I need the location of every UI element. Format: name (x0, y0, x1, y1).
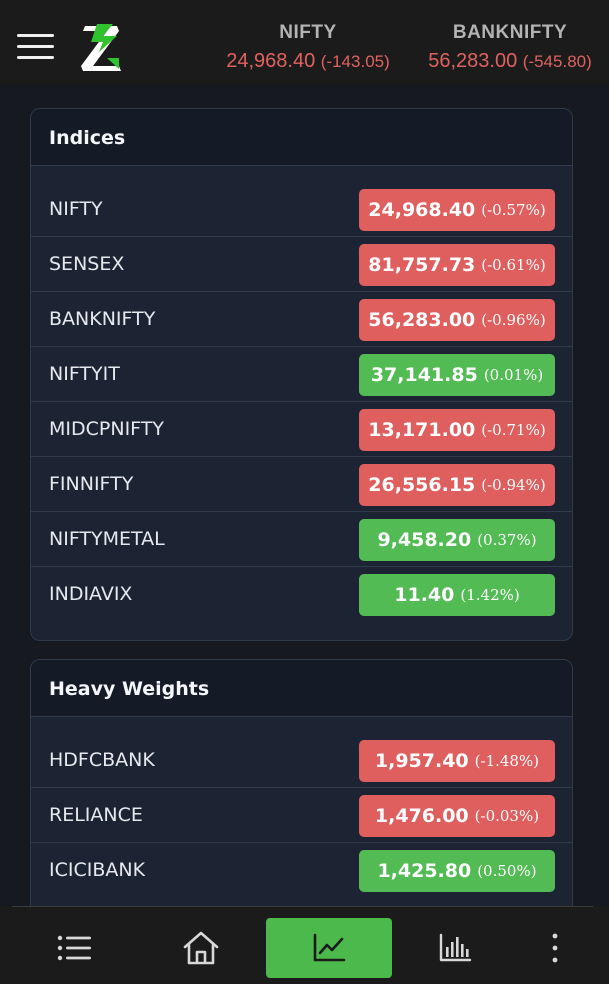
line-chart-icon (313, 933, 346, 962)
list-item[interactable]: NIFTYIT 37,141.85 (0.01%) (31, 347, 572, 402)
percent-change: (-0.96%) (481, 311, 546, 329)
price-value: 37,141.85 (370, 364, 478, 386)
percent-change: (-0.71%) (481, 421, 546, 439)
symbol-name: NIFTYIT (49, 363, 120, 385)
price-value: 24,968.40 (368, 199, 476, 221)
ticker-value: 24,968.40 (-143.05) (220, 50, 396, 73)
indices-list: NIFTY 24,968.40 (-0.57%) SENSEX 81,757.73 (-0… (31, 166, 572, 622)
indices-card: Indices NIFTY 24,968.40 (-0.57%) SENSEX 81,7… (30, 108, 573, 641)
card-title: Indices (49, 127, 126, 149)
price-value: 9,458.20 (377, 529, 472, 551)
list-item[interactable]: NIFTY 24,968.40 (-0.57%) (31, 182, 572, 237)
divider (12, 906, 593, 907)
price-badge[interactable]: 26,556.15 (-0.94%) (359, 464, 555, 506)
list-item[interactable]: INDIAVIX 11.40 (1.42%) (31, 567, 572, 622)
price-value: 81,757.73 (368, 254, 476, 276)
price-value: 26,556.15 (368, 474, 476, 496)
top-header: NIFTY 24,968.40 (-143.05) BANKNIFTY 56,2… (0, 0, 609, 84)
price-badge[interactable]: 56,283.00 (-0.96%) (359, 299, 555, 341)
ticker-value: 56,283.00 (-545.80) (420, 50, 600, 73)
symbol-name: BANKNIFTY (49, 308, 156, 330)
heavy-weights-card: Heavy Weights HDFCBANK 1,957.40 (-1.48%) RE… (30, 659, 573, 906)
price-badge[interactable]: 81,757.73 (-0.61%) (359, 244, 555, 286)
symbol-name: MIDCPNIFTY (49, 418, 164, 440)
home-icon (183, 931, 219, 965)
price-badge[interactable]: 11.40 (1.42%) (359, 574, 555, 616)
percent-change: (-0.94%) (481, 476, 546, 494)
percent-change: (-1.48%) (474, 752, 540, 770)
price-badge[interactable]: 9,458.20 (0.37%) (359, 519, 555, 561)
percent-change: (0.01%) (483, 366, 544, 384)
list-item[interactable]: MIDCPNIFTY 13,171.00 (-0.71%) (31, 402, 572, 457)
list-item[interactable]: FINNIFTY 26,556.15 (-0.94%) (31, 457, 572, 512)
ticker-name: NIFTY (279, 22, 337, 43)
nav-home-button[interactable] (166, 918, 236, 978)
nav-chart-button[interactable] (266, 918, 392, 978)
symbol-name: SENSEX (49, 253, 125, 275)
banknifty-ticker[interactable]: BANKNIFTY 56,283.00 (-545.80) (420, 22, 600, 73)
price-value: 1,476.00 (374, 805, 469, 827)
symbol-name: ICICIBANK (49, 859, 146, 881)
percent-change: (-0.03%) (474, 807, 540, 825)
ticker-price: 56,283.00 (428, 50, 518, 72)
nav-list-button[interactable] (40, 918, 110, 978)
ticker-change: (-545.80) (522, 52, 592, 71)
percent-change: (0.50%) (477, 862, 537, 880)
list-item[interactable]: HDFCBANK 1,957.40 (-1.48%) (31, 733, 572, 788)
percent-change: (-0.57%) (481, 201, 546, 219)
percent-change: (0.37%) (477, 531, 537, 549)
list-item[interactable]: ICICIBANK 1,425.80 (0.50%) (31, 843, 572, 898)
ticker-change: (-143.05) (320, 52, 390, 71)
symbol-name: NIFTY (49, 198, 103, 220)
hamburger-menu-icon[interactable] (17, 34, 54, 60)
symbol-name: NIFTYMETAL (49, 528, 165, 550)
price-badge[interactable]: 13,171.00 (-0.71%) (359, 409, 555, 451)
nav-more-button[interactable] (535, 918, 575, 978)
price-badge[interactable]: 1,476.00 (-0.03%) (359, 795, 555, 837)
nav-stats-button[interactable] (420, 918, 490, 978)
percent-change: (-0.61%) (481, 256, 546, 274)
heavy-weights-list: HDFCBANK 1,957.40 (-1.48%) RELIANCE 1,476.00… (31, 717, 572, 898)
list-item[interactable]: SENSEX 81,757.73 (-0.61%) (31, 237, 572, 292)
percent-change: (1.42%) (460, 586, 520, 604)
main-content[interactable]: Indices NIFTY 24,968.40 (-0.57%) SENSEX 81,7… (0, 84, 609, 906)
price-badge[interactable]: 1,425.80 (0.50%) (359, 850, 555, 892)
card-title: Heavy Weights (49, 678, 210, 700)
price-value: 13,171.00 (368, 419, 476, 441)
list-icon (57, 935, 91, 961)
bar-chart-icon (439, 933, 472, 962)
symbol-name: INDIAVIX (49, 583, 133, 605)
ticker-name: BANKNIFTY (452, 22, 568, 43)
list-item[interactable]: RELIANCE 1,476.00 (-0.03%) (31, 788, 572, 843)
card-header: Heavy Weights (31, 660, 572, 717)
price-badge[interactable]: 37,141.85 (0.01%) (359, 354, 555, 396)
price-value: 1,425.80 (377, 860, 472, 882)
app-logo[interactable] (79, 22, 125, 74)
price-value: 56,283.00 (368, 309, 476, 331)
bottom-navigation (0, 906, 609, 984)
symbol-name: HDFCBANK (49, 749, 155, 771)
symbol-name: RELIANCE (49, 804, 143, 826)
price-badge[interactable]: 1,957.40 (-1.48%) (359, 740, 555, 782)
card-header: Indices (31, 109, 572, 166)
price-value: 11.40 (394, 584, 455, 606)
ticker-price: 24,968.40 (226, 50, 316, 72)
nifty-ticker[interactable]: NIFTY 24,968.40 (-143.05) (220, 22, 396, 73)
more-vertical-icon (552, 933, 558, 963)
price-badge[interactable]: 24,968.40 (-0.57%) (359, 189, 555, 231)
price-value: 1,957.40 (374, 750, 469, 772)
list-item[interactable]: NIFTYMETAL 9,458.20 (0.37%) (31, 512, 572, 567)
symbol-name: FINNIFTY (49, 473, 134, 495)
list-item[interactable]: BANKNIFTY 56,283.00 (-0.96%) (31, 292, 572, 347)
